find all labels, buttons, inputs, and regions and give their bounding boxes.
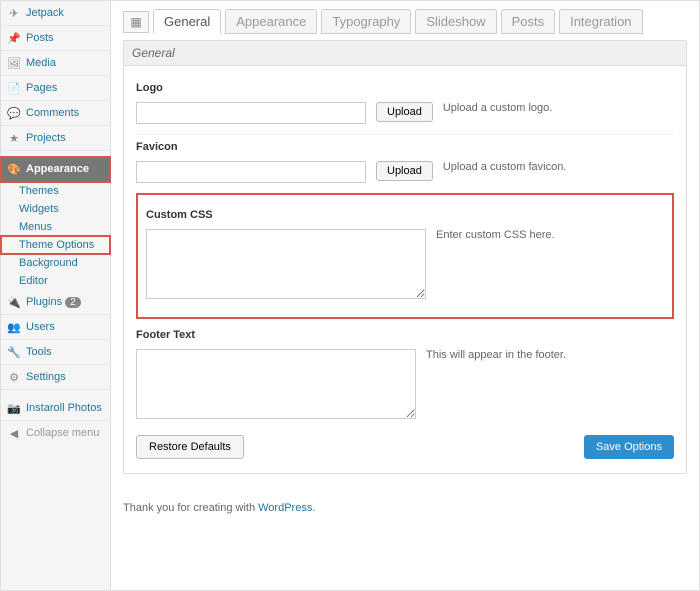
settings-icon: ⚙	[7, 370, 21, 384]
subitem-widgets[interactable]: Widgets	[1, 200, 110, 218]
label: Plugins	[26, 296, 62, 308]
logo-upload-button[interactable]: Upload	[376, 102, 433, 122]
sidebar-item-comments[interactable]: 💬 Comments	[1, 101, 110, 126]
favicon-input[interactable]	[136, 161, 366, 183]
label: Jetpack	[26, 7, 64, 19]
label: Appearance	[26, 163, 89, 175]
subitem-editor[interactable]: Editor	[1, 272, 110, 290]
photo-icon: 📷	[7, 401, 21, 415]
admin-sidebar: ✈Jetpack 📌Posts 🖼Media 📄Pages 💬Comments …	[1, 1, 111, 590]
subitem-theme-options[interactable]: Theme Options	[1, 236, 110, 254]
main-content: ▦ General Appearance Typography Slidesho…	[111, 1, 699, 590]
panel-title: General	[123, 40, 687, 66]
label: Posts	[26, 32, 54, 44]
label: Collapse menu	[26, 427, 99, 439]
layout-icon: ▦	[123, 11, 149, 33]
label: Instaroll Photos	[26, 402, 102, 414]
tab-posts[interactable]: Posts	[501, 9, 556, 34]
sidebar-item-appearance[interactable]: 🎨 Appearance	[1, 157, 110, 182]
footer-credit: Thank you for creating with WordPress.	[123, 502, 687, 514]
css-hint: Enter custom CSS here.	[436, 229, 555, 241]
css-textarea[interactable]	[146, 229, 426, 299]
restore-defaults-button[interactable]: Restore Defaults	[136, 435, 244, 459]
sidebar-item-jetpack[interactable]: ✈ Jetpack	[1, 1, 110, 26]
tab-integration[interactable]: Integration	[559, 9, 642, 34]
tabs: ▦ General Appearance Typography Slidesho…	[123, 9, 687, 34]
users-icon: 👥	[7, 320, 21, 334]
label: Projects	[26, 132, 66, 144]
plugin-icon: 🔌	[7, 295, 21, 309]
sidebar-item-posts[interactable]: 📌 Posts	[1, 26, 110, 51]
wordpress-link[interactable]: WordPress	[258, 502, 312, 514]
subitem-background[interactable]: Background	[1, 254, 110, 272]
sidebar-item-projects[interactable]: ★ Projects	[1, 126, 110, 151]
media-icon: 🖼	[7, 56, 21, 70]
general-panel: Logo Upload Upload a custom logo. Favico…	[123, 66, 687, 474]
tab-appearance[interactable]: Appearance	[225, 9, 317, 34]
label: Users	[26, 321, 55, 333]
star-icon: ★	[7, 131, 21, 145]
label: Media	[26, 57, 56, 69]
collapse-menu[interactable]: ◀ Collapse menu	[1, 421, 110, 445]
jetpack-icon: ✈	[7, 6, 21, 20]
footer-hint: This will appear in the footer.	[426, 349, 566, 361]
logo-input[interactable]	[136, 102, 366, 124]
page-icon: 📄	[7, 81, 21, 95]
appearance-icon: 🎨	[7, 162, 21, 176]
sidebar-item-plugins[interactable]: 🔌 Plugins2	[1, 290, 110, 315]
collapse-icon: ◀	[7, 426, 21, 440]
tab-typography[interactable]: Typography	[321, 9, 411, 34]
tab-slideshow[interactable]: Slideshow	[415, 9, 496, 34]
sidebar-item-settings[interactable]: ⚙ Settings	[1, 365, 110, 390]
subitem-themes[interactable]: Themes	[1, 182, 110, 200]
credit-text: Thank you for creating with	[123, 502, 258, 514]
plugin-badge: 2	[65, 297, 81, 308]
sidebar-item-instaroll[interactable]: 📷 Instaroll Photos	[1, 396, 110, 421]
footer-label: Footer Text	[136, 329, 674, 341]
tab-general[interactable]: General	[153, 9, 221, 34]
subitem-menus[interactable]: Menus	[1, 218, 110, 236]
label: Settings	[26, 371, 66, 383]
css-label: Custom CSS	[146, 209, 664, 221]
pin-icon: 📌	[7, 31, 21, 45]
label: Tools	[26, 346, 52, 358]
sidebar-item-users[interactable]: 👥 Users	[1, 315, 110, 340]
label: Comments	[26, 107, 79, 119]
favicon-hint: Upload a custom favicon.	[443, 161, 567, 173]
tools-icon: 🔧	[7, 345, 21, 359]
sidebar-item-media[interactable]: 🖼 Media	[1, 51, 110, 76]
logo-label: Logo	[136, 82, 674, 94]
comment-icon: 💬	[7, 106, 21, 120]
save-options-button[interactable]: Save Options	[584, 435, 674, 459]
custom-css-section: Custom CSS Enter custom CSS here.	[136, 193, 674, 319]
sidebar-item-tools[interactable]: 🔧 Tools	[1, 340, 110, 365]
favicon-upload-button[interactable]: Upload	[376, 161, 433, 181]
label: Pages	[26, 82, 57, 94]
sidebar-item-pages[interactable]: 📄 Pages	[1, 76, 110, 101]
logo-hint: Upload a custom logo.	[443, 102, 552, 114]
footer-textarea[interactable]	[136, 349, 416, 419]
favicon-label: Favicon	[136, 141, 674, 153]
